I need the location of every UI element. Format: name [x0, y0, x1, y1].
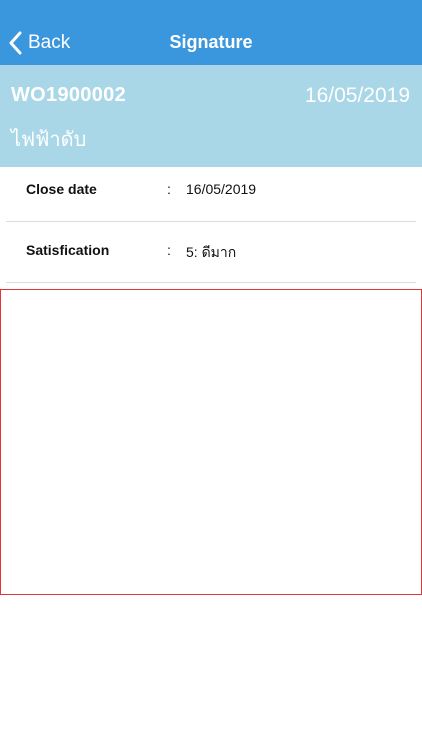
satisfaction-label: Satisfication: [26, 242, 110, 258]
close-date-row: Close date : 16/05/2019: [6, 162, 416, 222]
close-date-separator: :: [167, 181, 171, 197]
close-date-value: 16/05/2019: [186, 181, 257, 197]
signature-pad[interactable]: [0, 289, 422, 595]
close-date-label: Close date: [26, 181, 97, 197]
satisfaction-separator: :: [167, 242, 171, 258]
work-order-subtitle: ไฟฟ้าดับ: [11, 129, 87, 151]
satisfaction-value: 5: ดีมาก: [186, 244, 237, 260]
work-order-date: 16/05/2019: [304, 84, 410, 107]
navigation-bar: Back Signature: [0, 0, 422, 65]
satisfaction-row: Satisfication : 5: ดีมาก: [6, 223, 416, 283]
work-order-number: WO1900002: [11, 84, 126, 106]
page-title: Signature: [169, 32, 253, 52]
